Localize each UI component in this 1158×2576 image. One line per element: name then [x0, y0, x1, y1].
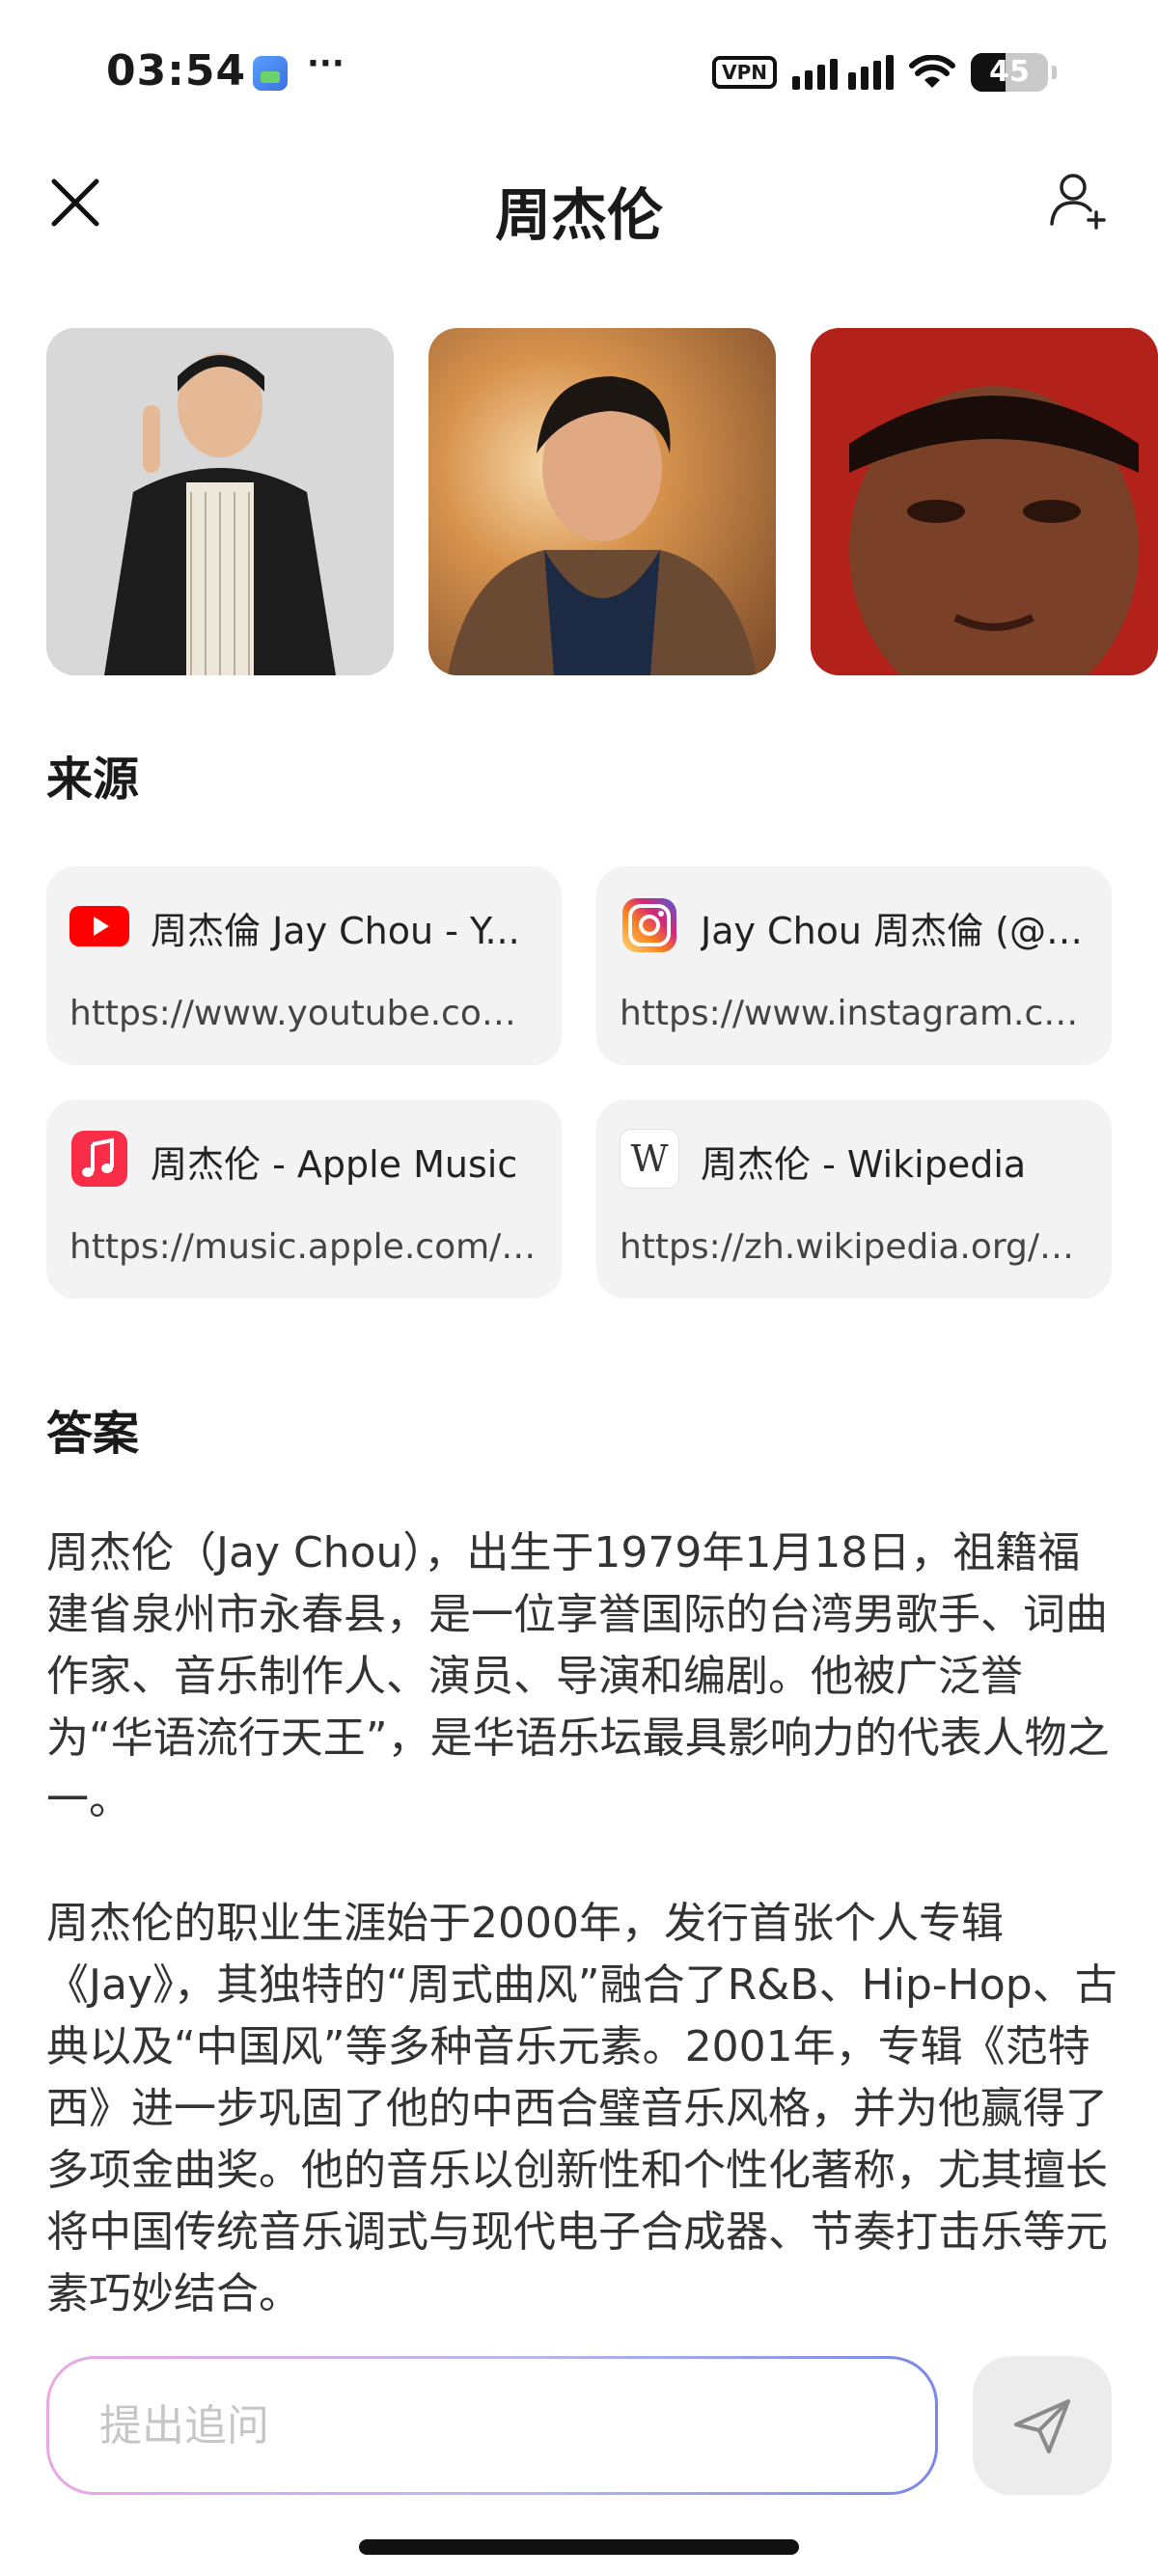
wifi-icon	[909, 55, 955, 88]
artist-photo-1[interactable]	[46, 328, 394, 675]
image-carousel[interactable]	[46, 328, 1158, 675]
add-person-icon[interactable]	[1048, 168, 1112, 232]
app-notification-icon	[253, 56, 288, 91]
header: 周杰伦	[0, 145, 1158, 260]
followup-input-wrapper	[46, 2356, 938, 2495]
answer-paragraph-1: 周杰伦（Jay Chou），出生于1979年1月18日，祖籍福建省泉州市永春县，…	[46, 1528, 1110, 1824]
status-time: 03:54	[106, 46, 247, 96]
artist-photo-2[interactable]	[428, 328, 776, 675]
followup-input[interactable]	[49, 2359, 935, 2492]
source-title: Jay Chou 周杰倫 (@j...	[701, 910, 1087, 952]
source-title: 周杰伦 - Wikipedia	[701, 1143, 1027, 1186]
youtube-icon	[69, 906, 129, 946]
answer-paragraph-2: 周杰伦的职业生涯始于2000年，发行首张个人专辑《Jay》，其独特的“周式曲风”…	[46, 1899, 1117, 2318]
status-bar: 03:54 ··· VPN 45	[0, 0, 1158, 145]
send-icon	[1014, 2399, 1070, 2453]
source-url: https://www.youtube.com/...	[69, 994, 538, 1033]
source-url: https://zh.wikipedia.org/wi...	[620, 1227, 1089, 1267]
battery-tip	[1052, 66, 1057, 79]
more-notifications-icon: ···	[307, 44, 345, 83]
instagram-icon	[622, 898, 676, 952]
sources-heading: 来源	[46, 753, 140, 807]
source-url: https://music.apple.com/c...	[69, 1227, 538, 1267]
source-card-youtube[interactable]: 周杰倫 Jay Chou - Y... https://www.youtube.…	[46, 866, 562, 1065]
cellular-signal-icon	[792, 55, 894, 90]
source-card-instagram[interactable]: Jay Chou 周杰倫 (@j... https://www.instagra…	[596, 866, 1112, 1065]
vpn-icon: VPN	[712, 56, 777, 89]
send-button[interactable]	[973, 2356, 1112, 2495]
source-title: 周杰倫 Jay Chou - Y...	[151, 910, 520, 952]
source-title: 周杰伦 - Apple Music	[151, 1143, 518, 1186]
battery-icon: 45	[971, 53, 1048, 92]
apple-music-icon	[71, 1131, 127, 1187]
source-url: https://www.instagram.co...	[620, 994, 1089, 1033]
battery-level: 45	[989, 55, 1030, 89]
source-card-apple-music[interactable]: 周杰伦 - Apple Music https://music.apple.co…	[46, 1100, 562, 1299]
status-indicators: VPN 45	[712, 50, 1057, 95]
artist-photo-3[interactable]	[811, 328, 1158, 675]
page-title: 周杰伦	[494, 182, 663, 248]
source-card-wikipedia[interactable]: W 周杰伦 - Wikipedia https://zh.wikipedia.o…	[596, 1100, 1112, 1299]
home-indicator[interactable]	[359, 2539, 799, 2555]
wikipedia-icon: W	[620, 1129, 679, 1189]
answer-heading: 答案	[46, 1407, 140, 1461]
